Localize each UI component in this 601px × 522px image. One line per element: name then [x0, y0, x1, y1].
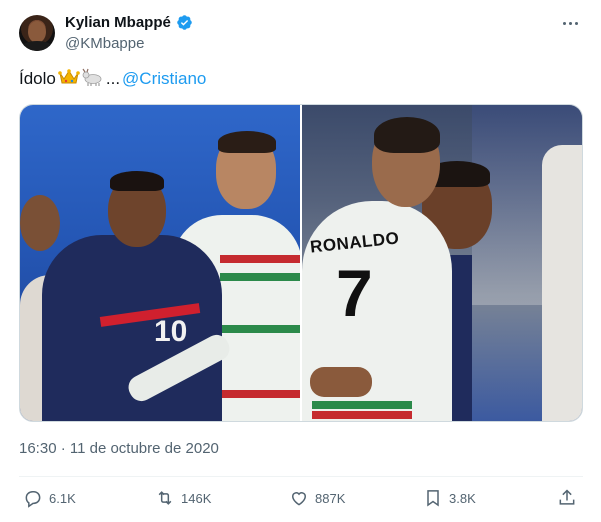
- repost-count: 146K: [181, 490, 212, 506]
- jersey-stripe: [312, 401, 412, 409]
- mbappe-hand: [310, 367, 372, 397]
- author-name-row: Kylian Mbappé: [65, 14, 193, 31]
- crown-emoji-icon: [58, 68, 80, 90]
- reply-button[interactable]: 6.1K: [23, 486, 76, 510]
- repost-icon: [158, 491, 172, 505]
- photo-right[interactable]: 10 RONALDO 7: [302, 105, 582, 421]
- jersey-stripe: [220, 255, 300, 263]
- heart-icon: [291, 492, 307, 506]
- more-dot: [562, 21, 566, 25]
- bookmark-icon: [427, 490, 439, 507]
- tweet-text: Ídolo ... @Cristiano: [19, 68, 206, 90]
- media-grid: 10 10 RONALDO 7: [19, 104, 583, 422]
- photo-left[interactable]: 10: [20, 105, 300, 421]
- reply-count: 6.1K: [49, 490, 76, 506]
- avatar[interactable]: [19, 15, 55, 51]
- goat-emoji-icon: [82, 68, 104, 90]
- share-icon: [559, 489, 575, 505]
- repost-button[interactable]: 146K: [155, 486, 211, 510]
- tweet-ellipsis: ...: [105, 69, 121, 88]
- bookmark-count: 3.8K: [449, 490, 476, 506]
- action-bar: 6.1K 146K 887K 3.8K: [19, 486, 583, 510]
- jersey-stripe: [312, 411, 412, 419]
- more-dot: [574, 21, 578, 25]
- bookmark-button[interactable]: 3.8K: [423, 486, 476, 510]
- like-count: 887K: [315, 490, 346, 506]
- avatar-face: [28, 21, 46, 43]
- author-handle[interactable]: @KMbappe: [65, 35, 144, 52]
- jersey-stripe: [220, 273, 300, 281]
- share-button[interactable]: [557, 486, 577, 510]
- background-player: [542, 145, 582, 421]
- reply-icon: [25, 491, 41, 508]
- author-display-name[interactable]: Kylian Mbappé: [65, 14, 171, 31]
- jersey-number: 7: [336, 256, 373, 330]
- ronaldo-hair: [218, 131, 276, 153]
- divider: [19, 476, 583, 477]
- mbappe-hair: [110, 171, 164, 191]
- mention-link[interactable]: @Cristiano: [122, 69, 206, 89]
- tweet-card: Kylian Mbappé @KMbappe Ídolo ... @Cristi…: [0, 0, 601, 522]
- tweet-timestamp[interactable]: 16:30 · 11 de octubre de 2020: [19, 440, 219, 457]
- background-player-head: [20, 195, 60, 251]
- verified-badge-icon[interactable]: [176, 14, 193, 31]
- tweet-text-prefix: Ídolo: [19, 69, 56, 88]
- more-dot: [568, 21, 572, 25]
- like-button[interactable]: 887K: [289, 486, 345, 510]
- jersey-stripe: [220, 390, 300, 398]
- avatar-shirt: [21, 41, 53, 51]
- more-options-icon[interactable]: [559, 14, 581, 32]
- ronaldo-hair: [374, 117, 440, 153]
- jersey-stripe: [220, 325, 300, 333]
- jersey-number: 10: [154, 315, 188, 348]
